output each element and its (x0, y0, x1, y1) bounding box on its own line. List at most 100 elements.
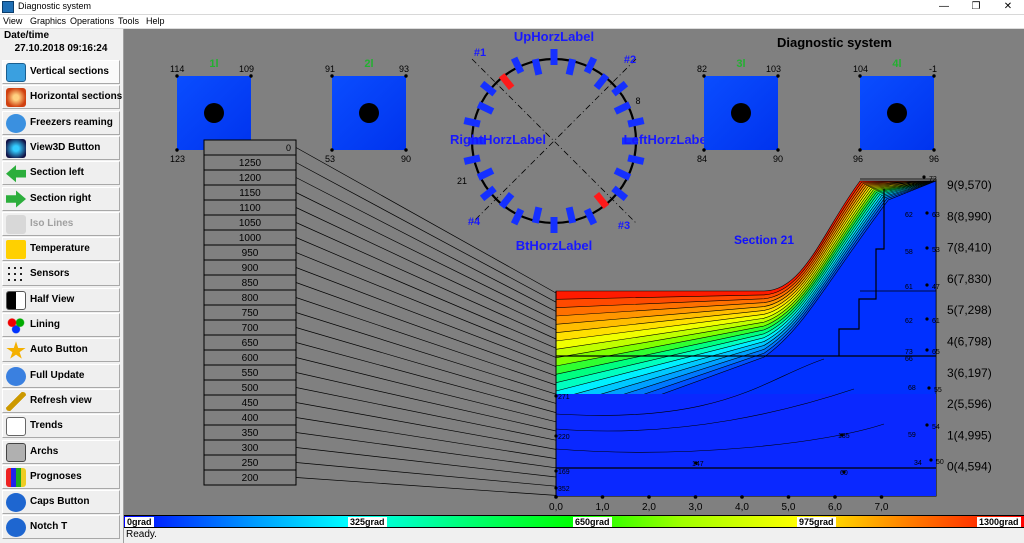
sidebar-button-0[interactable]: Vertical sections (2, 60, 120, 84)
sensor-value: 271 (558, 394, 570, 401)
view3d-icon (6, 138, 26, 158)
temperature-icon (6, 240, 26, 260)
panel-corner-marker (404, 74, 408, 78)
ring-label-up: UpHorzLabel (514, 29, 594, 44)
sensor-value: 73 (905, 349, 913, 356)
freezer-hole (887, 103, 907, 123)
sensor-marker (922, 175, 926, 179)
sidebar-button-12[interactable]: Full Update (2, 363, 120, 388)
sidebar-button-11[interactable]: Auto Button (2, 338, 120, 363)
iso-scale-value: 900 (242, 263, 259, 274)
panel-corner-value: 82 (697, 64, 707, 74)
sidebar-button-18[interactable]: Notch T (2, 515, 120, 540)
panel-corner-marker (175, 148, 179, 152)
sidebar-button-15[interactable]: Archs (2, 439, 120, 464)
minimize-button[interactable]: — (928, 0, 960, 15)
panel-corner-value: 114 (170, 64, 184, 74)
iso-scale-value: 0 (286, 143, 291, 153)
sidebar-button-6[interactable]: Iso Lines (2, 211, 120, 236)
sidebar-button-label: Vertical sections (30, 66, 109, 77)
panel-corner-value: 104 (853, 64, 868, 74)
iso-scale-value: 650 (242, 338, 259, 349)
sidebar-button-10[interactable]: Lining (2, 313, 120, 337)
sidebar-button-1[interactable]: Horizontal sections (2, 85, 122, 110)
sensor-value: 53 (932, 247, 940, 254)
menu-operations[interactable]: Operations (70, 16, 114, 26)
sidebar-button-14[interactable]: Trends (2, 414, 120, 439)
sensor-value: 147 (692, 461, 704, 468)
panel-corner-value: -1 (929, 64, 937, 74)
diagnostic-diagram: UpHorzLabel BtHorzLabel RightHorzLabel Left… (170, 29, 992, 513)
y-axis-tick: 6(7,830) (947, 272, 992, 286)
ring-sensor-alarm (498, 73, 515, 91)
menu-view[interactable]: View (3, 16, 22, 26)
sidebar-button-label: Section left (30, 167, 84, 179)
sidebar-button-label: Sensors (30, 268, 70, 280)
arrow-left-icon (6, 165, 26, 183)
sensor-value: 59 (908, 432, 916, 439)
sidebar-button-9[interactable]: Half View (2, 287, 120, 312)
iso-scale-value: 1250 (239, 158, 262, 169)
sidebar-button-4[interactable]: Section left (2, 161, 120, 186)
sidebar-button-17[interactable]: Caps Button (2, 490, 120, 515)
sidebar-button-5[interactable]: Section right (2, 186, 120, 211)
refresh-icon (6, 366, 26, 386)
panel-label: 2l (364, 58, 373, 70)
sidebar-button-label: Auto Button (30, 344, 88, 356)
colorbar-label-650: 650grad (573, 517, 612, 527)
sidebar-button-label: Trends (30, 420, 63, 432)
sidebar-button-7[interactable]: Temperature (2, 237, 120, 262)
menu-help[interactable]: Help (146, 16, 165, 26)
restore-button[interactable]: ❐ (960, 0, 992, 15)
half-view-icon (6, 290, 26, 310)
panel-label: 3l (736, 58, 745, 70)
sidebar-button-label: Prognoses (30, 470, 82, 482)
x-axis-tick: 6,0 (828, 502, 842, 513)
x-axis-tick: 4,0 (735, 502, 749, 513)
iso-scale-value: 250 (242, 458, 259, 469)
sidebar-button-16[interactable]: Prognoses (2, 464, 120, 489)
diagnostic-canvas[interactable]: UpHorzLabel BtHorzLabel RightHorzLabel Left… (124, 29, 1024, 515)
colorbar-label-325: 325grad (348, 517, 387, 527)
sensor-value: 60 (840, 470, 848, 477)
menu-graphics[interactable]: Graphics (30, 16, 66, 26)
panel-corner-marker (932, 148, 936, 152)
panel-label: 1l (209, 58, 218, 70)
sensor-value: 220 (558, 434, 570, 441)
iso-scale-value: 1000 (239, 233, 262, 244)
ring-sensor (510, 56, 525, 75)
sensor-marker (925, 246, 929, 250)
ring-sensor (531, 58, 543, 76)
vertical-sections-icon (6, 63, 26, 82)
panel-corner-value: 90 (401, 154, 411, 164)
iso-scale-value: 550 (242, 368, 259, 379)
freezer-hole (359, 103, 379, 123)
iso-leader-line (295, 162, 557, 303)
panel-corner-value: 96 (853, 154, 863, 164)
bar-chart-icon (6, 467, 26, 487)
iso-lines-icon (6, 214, 26, 234)
ring-sensor (565, 58, 577, 76)
ring-label-right: RightHorzLabel (450, 132, 546, 147)
x-axis-tick-mark (786, 495, 791, 499)
sidebar-button-8[interactable]: Sensors (2, 262, 120, 287)
sensor-value: 62 (905, 212, 913, 219)
sidebar-button-2[interactable]: Freezers reaming (2, 110, 120, 135)
x-axis-tick-mark (554, 495, 558, 499)
panel-corner-value: 109 (239, 64, 254, 74)
ring-label-bottom: BtHorzLabel (516, 238, 593, 253)
y-axis-tick: 5(7,298) (947, 303, 992, 317)
sidebar-button-3[interactable]: View3D Button (2, 135, 120, 160)
menu-tools[interactable]: Tools (118, 16, 139, 26)
ring-sensor (476, 101, 495, 115)
sidebar-button-13[interactable]: Refresh view (2, 388, 120, 413)
sensor-value: 61 (932, 318, 940, 325)
x-axis-tick: 1,0 (596, 502, 610, 513)
sensor-marker (925, 317, 929, 321)
sidebar-button-label: Caps Button (30, 496, 90, 508)
x-axis-tick: 7,0 (875, 502, 889, 513)
ring-sensor (565, 206, 577, 224)
close-button[interactable]: ✕ (992, 0, 1024, 15)
sensor-value: 58 (905, 249, 913, 256)
info-icon (6, 518, 26, 538)
